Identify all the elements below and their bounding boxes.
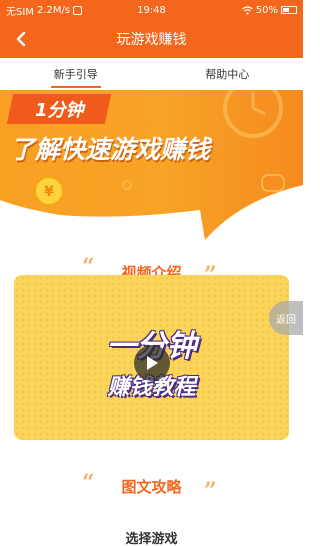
network-speed: 2.2M/s xyxy=(36,4,71,16)
app-header: 玩游戏赚钱 xyxy=(0,20,303,58)
battery-icon xyxy=(281,6,297,14)
banner-headline: 了解快速游戏赚钱 xyxy=(10,135,211,164)
video-card[interactable]: 一分钟 赚钱教程 xyxy=(14,275,289,440)
page-title: 玩游戏赚钱 xyxy=(116,32,187,48)
tab-beginner-guide[interactable]: 新手引导 xyxy=(0,58,152,90)
choose-game-heading: 选择游戏 xyxy=(125,532,178,546)
carrier-text: 无SIM xyxy=(6,6,34,18)
chevron-left-icon xyxy=(16,31,26,47)
banner-tag-text: 1分钟 xyxy=(34,100,84,121)
back-button[interactable] xyxy=(10,28,32,50)
quote-close-icon: ” xyxy=(204,478,217,504)
play-button[interactable] xyxy=(134,345,170,381)
coin-icon: ¥ xyxy=(34,176,64,206)
banner-tag: 1分钟 xyxy=(6,94,112,124)
tab-help-center[interactable]: 帮助中心 xyxy=(152,58,304,90)
notification-icon xyxy=(73,5,83,15)
status-bar: 无SIM 2.2M/s 19:48 50% xyxy=(0,0,303,20)
svg-text:¥: ¥ xyxy=(44,184,54,200)
guide-section-title: 图文攻略 xyxy=(121,478,182,496)
hero-banner: 1分钟 了解快速游戏赚钱 ¥ xyxy=(0,90,303,240)
play-icon xyxy=(147,356,158,370)
battery-percent: 50% xyxy=(255,4,278,16)
wifi-icon xyxy=(241,5,253,15)
tab-bar: 新手引导 帮助中心 xyxy=(0,58,303,90)
return-button[interactable]: 返回 xyxy=(269,301,303,335)
